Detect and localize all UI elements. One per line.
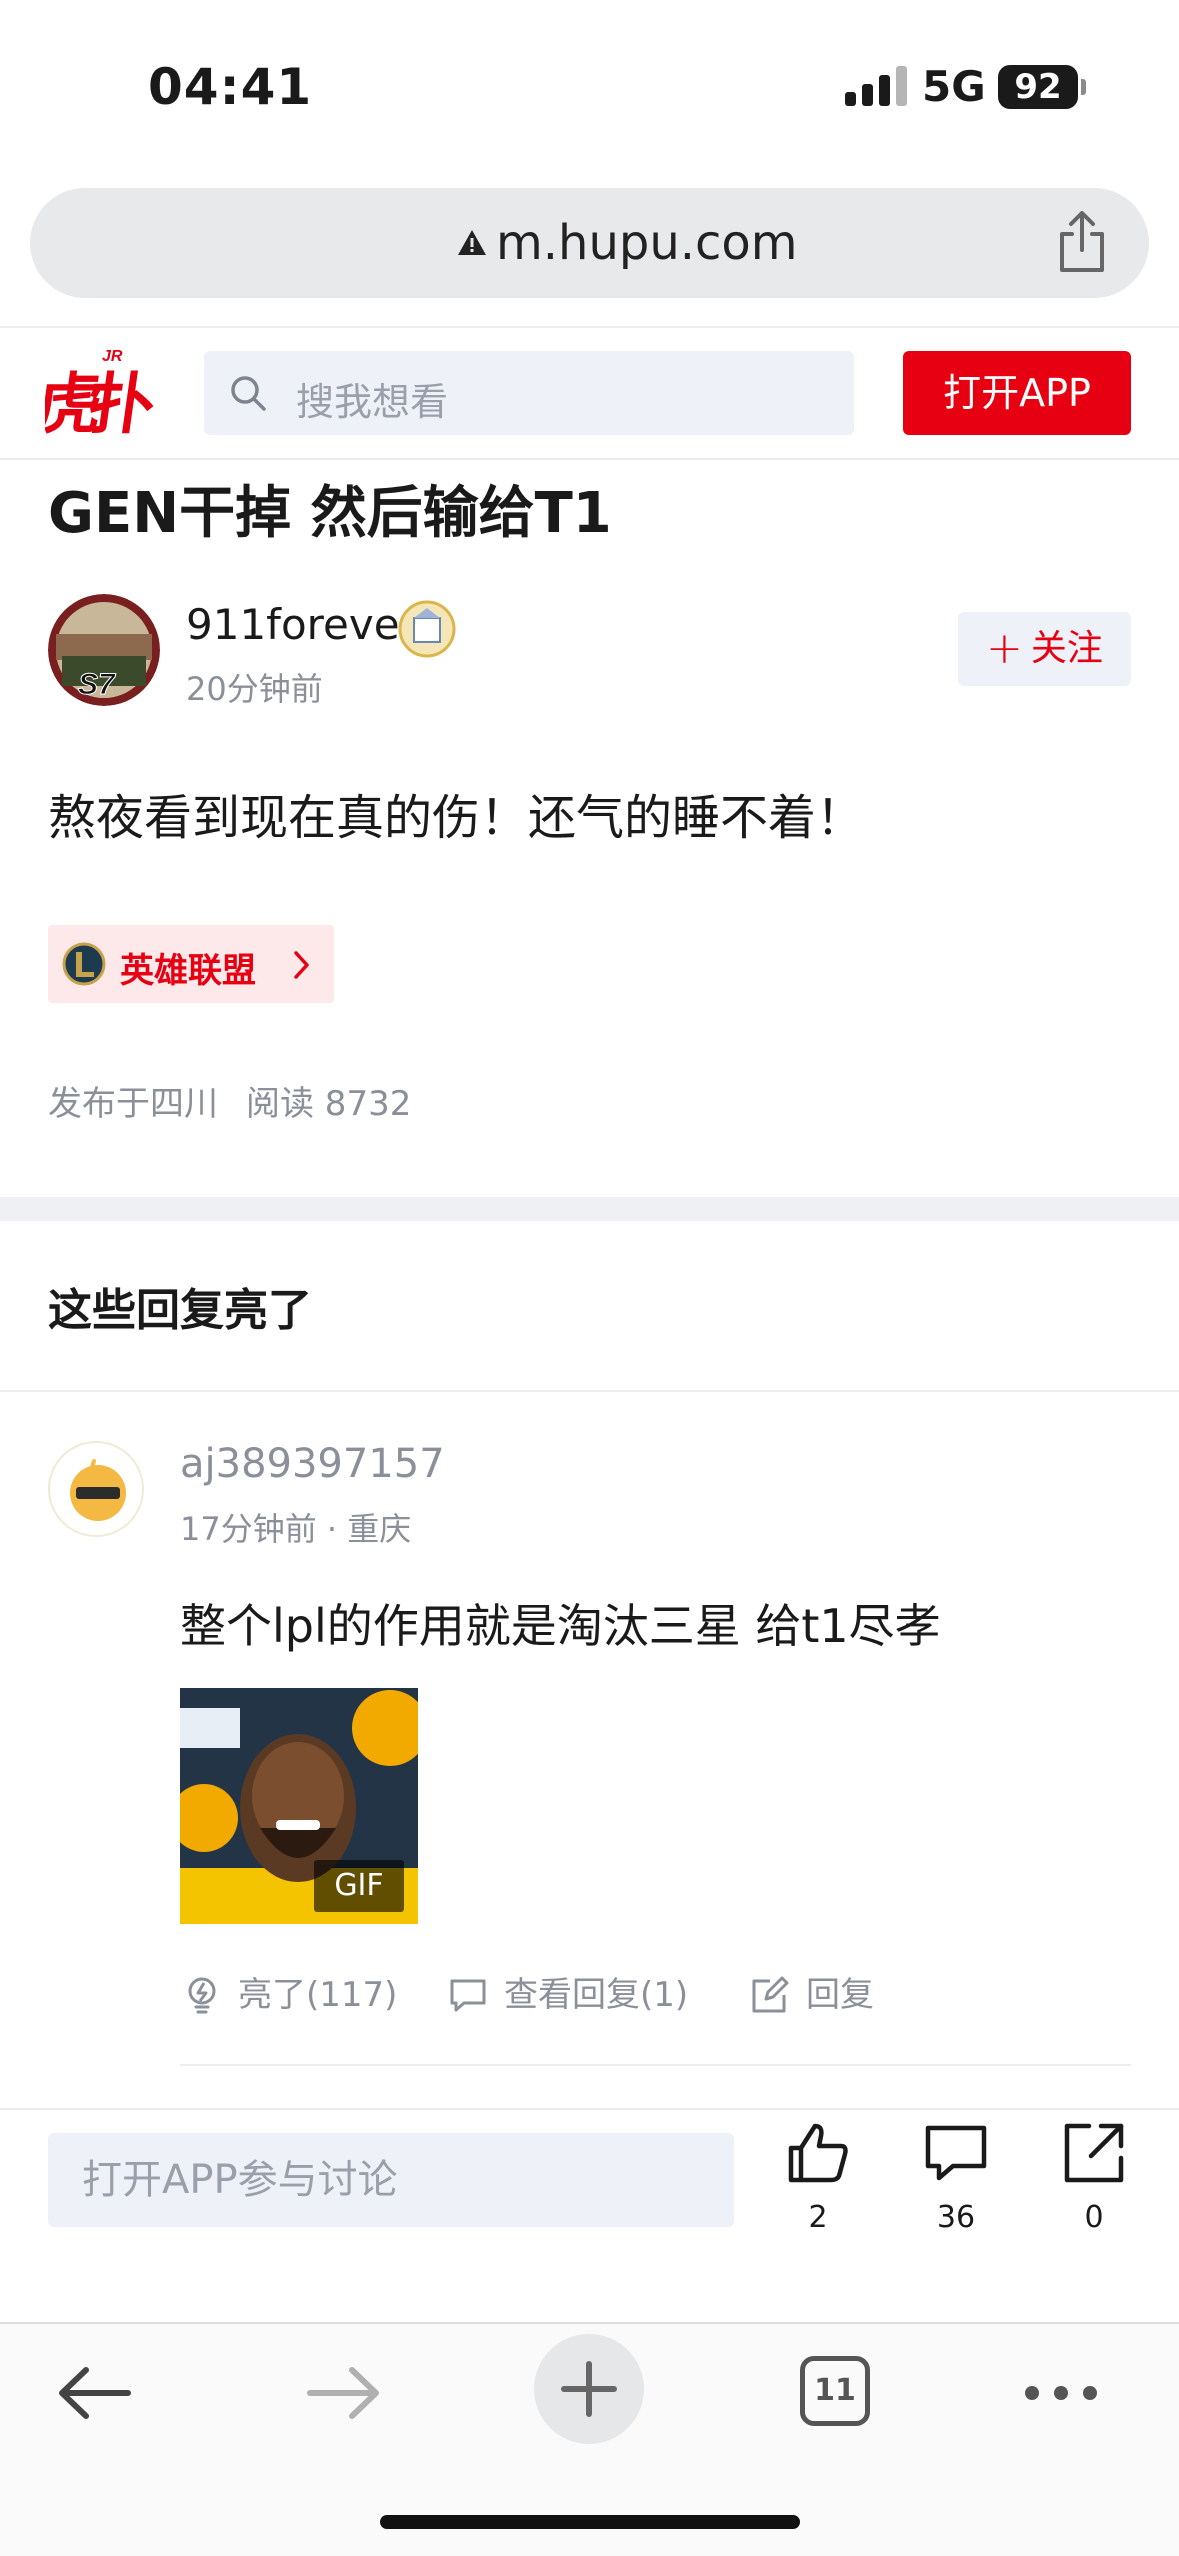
open-app-button[interactable]: 打开APP — [903, 351, 1131, 435]
read-count: 阅读 8732 — [246, 1084, 412, 1124]
post-location: 发布于四川 — [48, 1084, 218, 1124]
battery-icon: 92 — [998, 65, 1078, 109]
plus-icon — [561, 2361, 617, 2417]
reply-meta: 17分钟前 · 重庆 — [180, 1510, 412, 1548]
more-icon[interactable] — [1006, 2338, 1116, 2448]
divider — [0, 1390, 1179, 1392]
follow-button[interactable]: + 关注 — [958, 612, 1131, 686]
reply-text: 整个lpl的作用就是淘汰三星 给t1尽孝 — [180, 1599, 941, 1653]
badge-icon — [398, 600, 456, 658]
thumbs-up-icon — [788, 2123, 848, 2183]
comment-icon — [925, 2125, 987, 2181]
view-replies-button[interactable]: 查看回复(1) — [448, 1970, 708, 2020]
address-bar[interactable]: m.hupu.com — [30, 188, 1149, 298]
search-input[interactable]: 搜我想看 — [204, 351, 854, 435]
reply-label: 回复 — [806, 1975, 874, 2015]
like-count: 2 — [808, 2200, 828, 2235]
status-bar: 04:41 5G 92 — [0, 0, 1179, 170]
tabs-button[interactable]: 11 — [800, 2356, 870, 2426]
back-arrow-icon[interactable] — [40, 2338, 150, 2448]
follow-label: 关注 — [1030, 628, 1103, 669]
reply-avatar[interactable] — [48, 1441, 144, 1537]
network-label: 5G — [922, 62, 986, 111]
divider — [0, 2322, 1179, 2324]
new-tab-button[interactable] — [534, 2334, 644, 2444]
status-time: 04:41 — [148, 58, 313, 116]
comment-count: 36 — [936, 2200, 976, 2235]
lightbulb-icon — [188, 1977, 216, 2014]
reply-username[interactable]: aj389397157 — [180, 1441, 445, 1487]
topic-tag[interactable]: 英雄联盟 — [48, 925, 334, 1003]
share-button[interactable]: 0 — [1044, 2120, 1144, 2240]
divider — [0, 326, 1179, 328]
view-replies-label: 查看回复(1) — [504, 1975, 689, 2015]
share-out-icon — [1064, 2123, 1124, 2183]
like-button[interactable]: 2 — [768, 2120, 868, 2240]
reply-gif-image[interactable]: GIF — [180, 1688, 418, 1924]
light-up-button[interactable]: 亮了(117) — [182, 1970, 402, 2020]
light-count: 亮了(117) — [238, 1975, 398, 2015]
plus-icon: + — [986, 623, 1023, 674]
post-meta: 发布于四川 阅读 8732 — [48, 1076, 411, 1125]
forward-arrow-icon[interactable] — [288, 2338, 398, 2448]
divider — [0, 458, 1179, 460]
search-icon — [231, 376, 266, 411]
comment-icon — [450, 1979, 486, 2012]
league-of-legends-icon — [62, 942, 106, 986]
chevron-right-icon — [294, 951, 309, 979]
logo-mark: JR — [102, 348, 123, 365]
post-time: 20分钟前 — [186, 670, 323, 708]
signal-icon — [845, 66, 907, 106]
share-icon[interactable] — [1052, 210, 1112, 274]
author-name[interactable]: 911forever — [186, 600, 417, 649]
home-indicator[interactable] — [380, 2515, 800, 2529]
logo-text: 虎扑 — [45, 365, 160, 435]
search-placeholder: 搜我想看 — [296, 380, 449, 424]
divider — [0, 2108, 1179, 2110]
section-title: 这些回复亮了 — [48, 1285, 312, 1336]
reply-button[interactable]: 回复 — [750, 1970, 900, 2020]
section-divider — [0, 1197, 1179, 1221]
battery-tip — [1081, 79, 1086, 95]
url-text: m.hupu.com — [496, 215, 798, 271]
post-body: 熬夜看到现在真的伤！还气的睡不着！ — [48, 790, 865, 846]
warning-icon — [458, 230, 486, 255]
edit-icon — [752, 1976, 789, 2013]
comments-button[interactable]: 36 — [906, 2120, 1006, 2240]
topic-label: 英雄联盟 — [120, 951, 256, 991]
post-title: GEN干掉 然后输给T1 — [48, 481, 612, 546]
svg-text:S7: S7 — [78, 668, 116, 701]
share-count: 0 — [1084, 2200, 1104, 2235]
author-avatar[interactable]: S7 — [48, 594, 160, 706]
divider — [180, 2064, 1131, 2066]
discussion-input[interactable]: 打开APP参与讨论 — [48, 2133, 734, 2227]
hupu-logo[interactable]: JR 虎扑 — [45, 345, 160, 435]
gif-badge: GIF — [314, 1860, 404, 1912]
